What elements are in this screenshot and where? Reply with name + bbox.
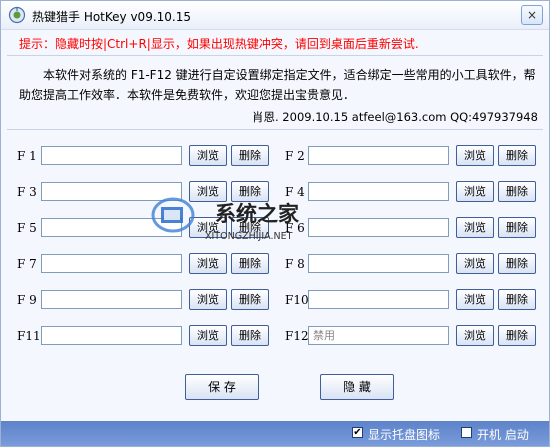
browse-button[interactable]: 浏览 (456, 145, 494, 166)
autostart-label[interactable]: 开机 启动 (477, 426, 529, 443)
key-label: F11 (17, 329, 41, 343)
watermark-brand: 系统之家 (215, 202, 300, 226)
key-label: F 5 (17, 221, 37, 235)
key-label: F 9 (17, 293, 37, 307)
delete-button[interactable]: 删除 (498, 325, 536, 346)
key-label: F 8 (285, 257, 305, 271)
delete-button[interactable]: 删除 (498, 145, 536, 166)
browse-button[interactable]: 浏览 (189, 325, 227, 346)
autostart-checkbox[interactable] (461, 427, 472, 438)
key-label: F 7 (17, 257, 37, 271)
save-button[interactable]: 保 存 (185, 374, 259, 400)
app-icon (8, 6, 26, 24)
file-path-input[interactable] (41, 254, 182, 273)
divider (7, 129, 543, 130)
browse-button[interactable]: 浏览 (456, 181, 494, 202)
key-label: F10 (285, 293, 309, 307)
delete-button[interactable]: 删除 (498, 217, 536, 238)
browse-button[interactable]: 浏览 (456, 253, 494, 274)
tray-icon-checkbox[interactable]: ✔ (352, 427, 363, 438)
author-contact: 肖恩. 2009.10.15 atfeel@163.com QQ:4979379… (252, 110, 538, 124)
main-window: 热键猎手 HotKey v09.10.15 × 提示：隐藏时按|Ctrl+R|显… (0, 0, 550, 447)
file-path-input[interactable] (308, 146, 449, 165)
hint-text: 提示：隐藏时按|Ctrl+R|显示，如果出现热键冲突，请回到桌面后重新尝试. (19, 37, 419, 51)
description-text: 本软件对系统的 F1-F12 键进行自定设置绑定指定文件，适合绑定一些常用的小工… (19, 68, 536, 102)
divider (7, 55, 543, 56)
delete-button[interactable]: 删除 (498, 289, 536, 310)
delete-button[interactable]: 删除 (231, 145, 269, 166)
title-bar[interactable]: 热键猎手 HotKey v09.10.15 × (1, 1, 549, 30)
delete-button[interactable]: 删除 (231, 253, 269, 274)
key-label: F 1 (17, 149, 37, 163)
key-label: F 2 (285, 149, 305, 163)
hide-button[interactable]: 隐 藏 (320, 374, 394, 400)
browse-button[interactable]: 浏览 (456, 325, 494, 346)
file-path-input[interactable]: 禁用 (308, 326, 449, 345)
close-icon: × (526, 8, 538, 22)
key-label: F12 (285, 329, 309, 343)
file-path-input[interactable] (41, 290, 182, 309)
watermark-url: XITONGZHIJIA.NET (205, 231, 293, 242)
key-label: F 3 (17, 185, 37, 199)
file-path-input[interactable] (41, 146, 182, 165)
delete-button[interactable]: 删除 (231, 289, 269, 310)
status-bar: ✔ 显示托盘图标 开机 启动 (1, 421, 549, 446)
file-path-input[interactable] (308, 254, 449, 273)
delete-button[interactable]: 删除 (498, 181, 536, 202)
file-path-input[interactable] (41, 326, 182, 345)
browse-button[interactable]: 浏览 (456, 217, 494, 238)
browse-button[interactable]: 浏览 (189, 289, 227, 310)
tray-icon-label[interactable]: 显示托盘图标 (368, 426, 440, 443)
file-path-input[interactable] (308, 290, 449, 309)
browse-button[interactable]: 浏览 (189, 145, 227, 166)
browse-button[interactable]: 浏览 (189, 253, 227, 274)
delete-button[interactable]: 删除 (498, 253, 536, 274)
check-icon: ✔ (353, 427, 362, 438)
watermark-logo: 系统之家 XITONGZHIJIA.NET (151, 197, 300, 242)
window-title: 热键猎手 HotKey v09.10.15 (32, 10, 191, 24)
delete-button[interactable]: 删除 (231, 325, 269, 346)
close-button[interactable]: × (521, 5, 543, 25)
browse-button[interactable]: 浏览 (456, 289, 494, 310)
